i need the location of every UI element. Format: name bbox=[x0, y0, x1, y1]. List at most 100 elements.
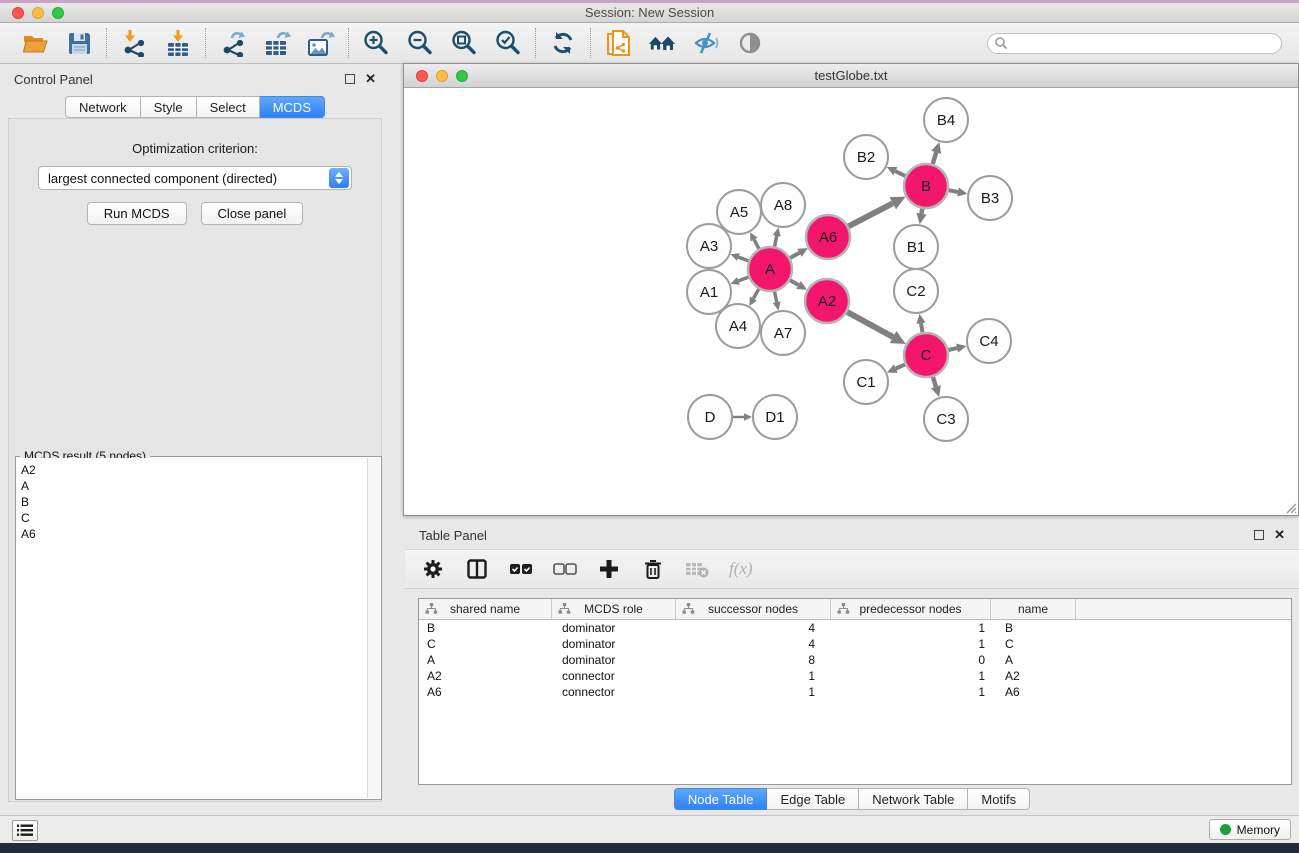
tab-style[interactable]: Style bbox=[141, 96, 197, 118]
zoom-out-icon[interactable] bbox=[406, 29, 434, 57]
table-cell[interactable]: C bbox=[991, 637, 1076, 651]
open-session-icon[interactable] bbox=[21, 29, 49, 57]
close-table-panel-icon[interactable]: ✕ bbox=[1274, 530, 1285, 540]
table-cell[interactable]: 1 bbox=[676, 685, 831, 699]
result-list-item[interactable]: A2 bbox=[17, 462, 367, 478]
mcds-result-list[interactable]: A2ABCA6 bbox=[17, 458, 367, 798]
graph-edge-B-B3[interactable] bbox=[949, 190, 958, 192]
table-cell[interactable]: 1 bbox=[831, 685, 991, 699]
memory-button[interactable]: Memory bbox=[1209, 819, 1291, 840]
result-list-item[interactable]: B bbox=[17, 494, 367, 510]
export-image-icon[interactable] bbox=[307, 29, 335, 57]
column-header-name[interactable]: name bbox=[991, 599, 1076, 619]
graph-edge-B-B2[interactable] bbox=[895, 171, 905, 176]
graph-edge-A-A6[interactable] bbox=[790, 253, 799, 258]
result-list-item[interactable]: A bbox=[17, 478, 367, 494]
graph-edge-C-C4[interactable] bbox=[948, 348, 957, 350]
graph-edge-A-A1[interactable] bbox=[738, 277, 748, 281]
graph-edge-A-A4[interactable] bbox=[753, 289, 758, 299]
table-cell[interactable]: connector bbox=[552, 685, 676, 699]
graph-edge-C-C2[interactable] bbox=[921, 323, 922, 332]
resize-grip-icon[interactable] bbox=[1283, 500, 1297, 514]
table-cell[interactable]: 8 bbox=[676, 653, 831, 667]
tab-select[interactable]: Select bbox=[197, 96, 260, 118]
home-icon[interactable] bbox=[648, 29, 676, 57]
zoom-selected-icon[interactable] bbox=[494, 29, 522, 57]
graph-edge-C-C1[interactable] bbox=[896, 364, 905, 368]
table-cell[interactable]: A bbox=[419, 653, 552, 667]
table-cell[interactable]: A2 bbox=[991, 669, 1076, 683]
table-row-A6[interactable]: A6connector11A6 bbox=[419, 684, 1291, 700]
close-panel-button[interactable]: Close panel bbox=[201, 202, 304, 225]
tab-network[interactable]: Network bbox=[65, 96, 141, 118]
table-cell[interactable]: 1 bbox=[831, 669, 991, 683]
export-network-icon[interactable] bbox=[219, 29, 247, 57]
table-cell[interactable]: B bbox=[991, 621, 1076, 635]
float-table-panel-icon[interactable] bbox=[1254, 530, 1264, 540]
table-cell[interactable]: 4 bbox=[676, 637, 831, 651]
graph-edge-A-A8[interactable] bbox=[775, 236, 777, 247]
table-cell[interactable]: dominator bbox=[552, 653, 676, 667]
network-graph[interactable]: B4B2BB3A8A5A6A3B1AA1C2A2A4A7C4CC1DD1C3 bbox=[404, 88, 1298, 515]
column-header-shared-name[interactable]: shared name bbox=[419, 599, 552, 619]
column-header-MCDS-role[interactable]: MCDS role bbox=[552, 599, 676, 619]
table-row-B[interactable]: Bdominator41B bbox=[419, 620, 1291, 636]
zoom-fit-icon[interactable] bbox=[450, 29, 478, 57]
table-cell[interactable]: 0 bbox=[831, 653, 991, 667]
table-cell[interactable]: A6 bbox=[419, 685, 552, 699]
float-panel-icon[interactable] bbox=[345, 74, 355, 84]
export-table-icon[interactable] bbox=[263, 29, 291, 57]
table-cell[interactable]: B bbox=[419, 621, 552, 635]
show-eye-icon[interactable] bbox=[736, 29, 764, 57]
tab-edge-table[interactable]: Edge Table bbox=[767, 788, 859, 810]
table-cell[interactable]: 1 bbox=[831, 621, 991, 635]
graph-edge-A6-B[interactable] bbox=[848, 203, 892, 226]
delete-columns-icon[interactable] bbox=[641, 557, 665, 581]
criterion-dropdown[interactable]: largest connected component (directed) bbox=[38, 166, 352, 190]
create-new-column-icon[interactable] bbox=[597, 557, 621, 581]
tab-motifs[interactable]: Motifs bbox=[968, 788, 1030, 810]
result-list-scrollbar[interactable] bbox=[367, 458, 380, 798]
graph-edge-A-A7[interactable] bbox=[775, 292, 777, 303]
graph-edge-B-B4[interactable] bbox=[933, 152, 937, 164]
zoom-in-icon[interactable] bbox=[362, 29, 390, 57]
table-cell[interactable]: 4 bbox=[676, 621, 831, 635]
result-list-item[interactable]: A6 bbox=[17, 526, 367, 542]
table-cell[interactable]: A6 bbox=[991, 685, 1076, 699]
run-mcds-button[interactable]: Run MCDS bbox=[87, 202, 187, 225]
unselect-all-columns-icon[interactable] bbox=[553, 557, 577, 581]
show-columns-icon[interactable] bbox=[465, 557, 489, 581]
table-cell[interactable]: dominator bbox=[552, 637, 676, 651]
graph-edge-B-B1[interactable] bbox=[921, 209, 922, 214]
graph-edge-A2-C[interactable] bbox=[847, 312, 893, 337]
table-cell[interactable]: connector bbox=[552, 669, 676, 683]
apply-layout-refresh-icon[interactable] bbox=[549, 29, 577, 57]
new-network-document-icon[interactable] bbox=[604, 29, 632, 57]
table-row-A2[interactable]: A2connector11A2 bbox=[419, 668, 1291, 684]
import-network-from-file-icon[interactable] bbox=[120, 29, 148, 57]
close-panel-icon[interactable]: ✕ bbox=[365, 74, 376, 84]
graph-edge-A-A5[interactable] bbox=[754, 240, 759, 249]
result-list-item[interactable]: C bbox=[17, 510, 367, 526]
table-cell[interactable]: C bbox=[419, 637, 552, 651]
table-row-C[interactable]: Cdominator41C bbox=[419, 636, 1291, 652]
table-cell[interactable]: 1 bbox=[831, 637, 991, 651]
graph-edge-A-A3[interactable] bbox=[738, 257, 748, 261]
network-window-titlebar[interactable]: testGlobe.txt bbox=[404, 64, 1298, 88]
table-row-A[interactable]: Adominator80A bbox=[419, 652, 1291, 668]
table-cell[interactable]: dominator bbox=[552, 621, 676, 635]
tab-mcds[interactable]: MCDS bbox=[260, 96, 325, 118]
node-table[interactable]: shared nameMCDS rolesuccessor nodesprede… bbox=[418, 598, 1292, 785]
graph-edge-A-A2[interactable] bbox=[790, 280, 799, 285]
tab-node-table[interactable]: Node Table bbox=[674, 788, 768, 810]
search-input[interactable] bbox=[1008, 36, 1275, 50]
tab-network-table[interactable]: Network Table bbox=[859, 788, 968, 810]
table-options-gear-icon[interactable] bbox=[421, 557, 445, 581]
table-cell[interactable]: A2 bbox=[419, 669, 552, 683]
hide-panel-eye-slash-icon[interactable] bbox=[692, 29, 720, 57]
network-canvas[interactable]: B4B2BB3A8A5A6A3B1AA1C2A2A4A7C4CC1DD1C3 bbox=[404, 88, 1298, 515]
show-panels-list-button[interactable] bbox=[12, 820, 38, 841]
graph-edge-C-C3[interactable] bbox=[933, 377, 936, 387]
table-cell[interactable]: 1 bbox=[676, 669, 831, 683]
save-session-icon[interactable] bbox=[65, 29, 93, 57]
